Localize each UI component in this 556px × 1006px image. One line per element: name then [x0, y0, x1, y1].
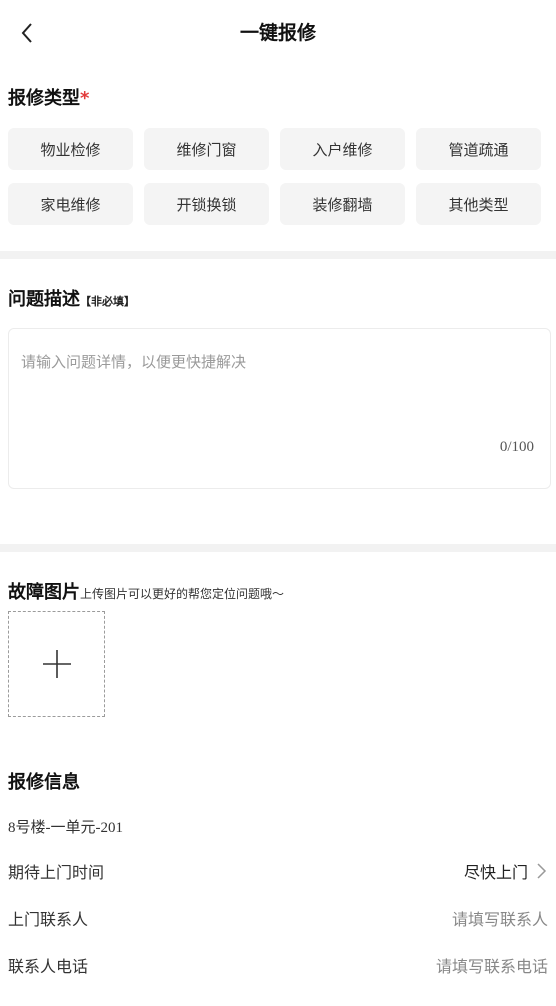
row-label: 期待上门时间 [8, 863, 105, 882]
type-chip[interactable]: 开锁换锁 [144, 183, 269, 225]
row-label: 上门联系人 [8, 910, 89, 929]
contact-person-input[interactable]: 请填写联系人 [452, 906, 548, 930]
image-upload-button[interactable] [8, 611, 105, 717]
row-value-group: 尽快上门 [464, 859, 548, 883]
repair-info-title: 报修信息 [8, 772, 80, 793]
repair-type-label: 报修类型 [8, 88, 80, 109]
type-chip[interactable]: 物业检修 [8, 128, 133, 170]
row-value: 尽快上门 [463, 863, 528, 882]
char-counter: 0/100 [499, 439, 534, 455]
optional-note: 【非必填】 [80, 295, 135, 308]
contact-phone-input[interactable]: 请填写联系电话 [436, 953, 548, 977]
type-chip[interactable]: 其他类型 [416, 183, 541, 225]
page-title: 一键报修 [239, 22, 316, 44]
type-chip[interactable]: 维修门窗 [144, 128, 269, 170]
type-chip[interactable]: 入户维修 [280, 128, 405, 170]
contact-person-row[interactable]: 上门联系人 请填写联系人 [8, 903, 548, 933]
section-divider [0, 544, 556, 552]
description-label: 问题描述 [8, 289, 80, 310]
repair-page: 一键报修 报修类型* 物业检修 维修门窗 入户维修 管道疏通 家电维修 开锁换锁… [0, 0, 556, 1006]
plus-icon [42, 650, 71, 678]
fault-images-title: 故障图片上传图片可以更好的帮您定位问题哦～ [8, 578, 284, 604]
description-textarea[interactable]: 请输入问题详情，以便更快捷解决 0/100 [8, 328, 551, 489]
address-text: 8号楼-一单元-201 [8, 820, 123, 836]
section-divider [0, 251, 556, 259]
chevron-right-icon [534, 862, 548, 880]
type-chip[interactable]: 装修翻墙 [280, 183, 405, 225]
type-chip[interactable]: 管道疏通 [416, 128, 541, 170]
contact-phone-row[interactable]: 联系人电话 请填写联系电话 [8, 950, 548, 980]
expected-time-row[interactable]: 期待上门时间 尽快上门 [8, 856, 548, 886]
description-placeholder: 请输入问题详情，以便更快捷解决 [21, 353, 247, 371]
type-chip[interactable]: 家电维修 [8, 183, 133, 225]
required-mark: * [80, 88, 90, 109]
repair-type-grid: 物业检修 维修门窗 入户维修 管道疏通 家电维修 开锁换锁 装修翻墙 其他类型 [8, 128, 548, 225]
fault-images-hint: 上传图片可以更好的帮您定位问题哦～ [80, 587, 285, 601]
repair-type-title: 报修类型* [8, 84, 89, 110]
fault-images-label: 故障图片 [8, 582, 80, 603]
nav-header: 一键报修 [0, 0, 556, 66]
row-label: 联系人电话 [8, 957, 89, 976]
description-title: 问题描述【非必填】 [8, 285, 135, 311]
